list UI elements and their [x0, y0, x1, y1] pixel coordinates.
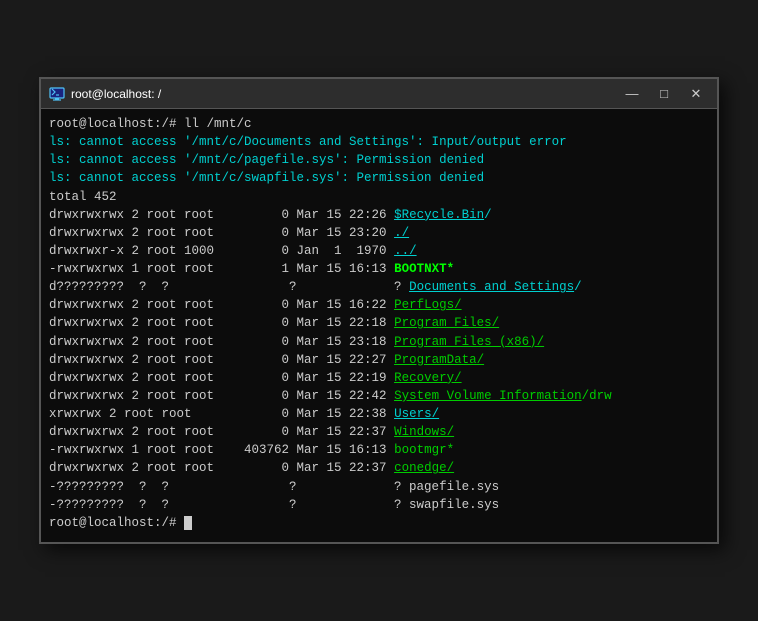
terminal-output: root@localhost:/# ll /mnt/c ls: cannot a…	[49, 115, 709, 532]
close-button[interactable]: ✕	[683, 85, 709, 103]
terminal-window: root@localhost: / — □ ✕ root@localhost:/…	[39, 77, 719, 544]
minimize-button[interactable]: —	[619, 85, 645, 103]
terminal-body[interactable]: root@localhost:/# ll /mnt/c ls: cannot a…	[41, 109, 717, 542]
window-controls: — □ ✕	[619, 85, 709, 103]
terminal-icon	[49, 86, 65, 102]
maximize-button[interactable]: □	[651, 85, 677, 103]
window-title: root@localhost: /	[71, 87, 619, 101]
titlebar: root@localhost: / — □ ✕	[41, 79, 717, 109]
